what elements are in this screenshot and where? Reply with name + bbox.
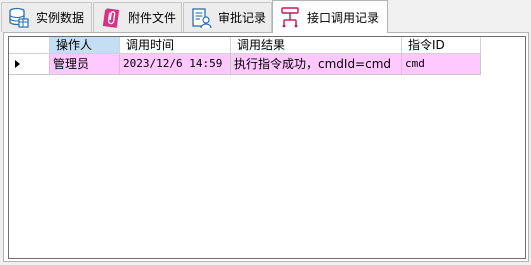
tab-label: 附件文件: [128, 11, 177, 25]
cell-call-time[interactable]: 2023/12/6 14:59: [120, 54, 231, 75]
cell-operator[interactable]: 管理员: [50, 54, 120, 75]
column-header-command-id[interactable]: 指令ID: [402, 37, 481, 54]
table-row[interactable]: 管理员 2023/12/6 14:59 执行指令成功，cmdId=cmd cmd: [9, 54, 481, 75]
tab-strip: 实例数据 附件文件 审批记录 接口调用记录: [0, 0, 531, 33]
tab-approval-records[interactable]: 审批记录: [183, 2, 272, 32]
api-call-icon: [279, 6, 301, 28]
grid-header: 操作人 调用时间 调用结果 指令ID: [9, 37, 481, 54]
column-header-result[interactable]: 调用结果: [231, 37, 402, 54]
attachment-icon: [100, 7, 122, 29]
cell-command-id[interactable]: cmd: [402, 54, 481, 75]
tab-label: 审批记录: [218, 11, 267, 25]
column-header-call-time[interactable]: 调用时间: [120, 37, 231, 54]
row-indicator-header: [9, 37, 50, 54]
tab-label: 接口调用记录: [307, 10, 380, 25]
tab-label: 实例数据: [36, 11, 85, 25]
tab-instance-data[interactable]: 实例数据: [1, 2, 92, 32]
database-table-icon: [8, 7, 30, 29]
tab-api-call-records[interactable]: 接口调用记录: [272, 0, 388, 33]
current-row-arrow-icon: [15, 60, 20, 68]
tab-attachments[interactable]: 附件文件: [93, 2, 182, 32]
call-record-grid[interactable]: 操作人 调用时间 调用结果 指令ID 管理员 2023/12/6 14:59 执…: [8, 36, 526, 259]
approval-record-icon: [190, 7, 212, 29]
record-window: 实例数据 附件文件 审批记录 接口调用记录 操作人 调用时间 调用结果 指令ID…: [0, 0, 531, 265]
tab-content-panel: 操作人 调用时间 调用结果 指令ID 管理员 2023/12/6 14:59 执…: [3, 32, 529, 262]
column-header-operator[interactable]: 操作人: [50, 37, 120, 54]
row-indicator[interactable]: [9, 54, 50, 75]
cell-result[interactable]: 执行指令成功，cmdId=cmd: [231, 54, 402, 75]
